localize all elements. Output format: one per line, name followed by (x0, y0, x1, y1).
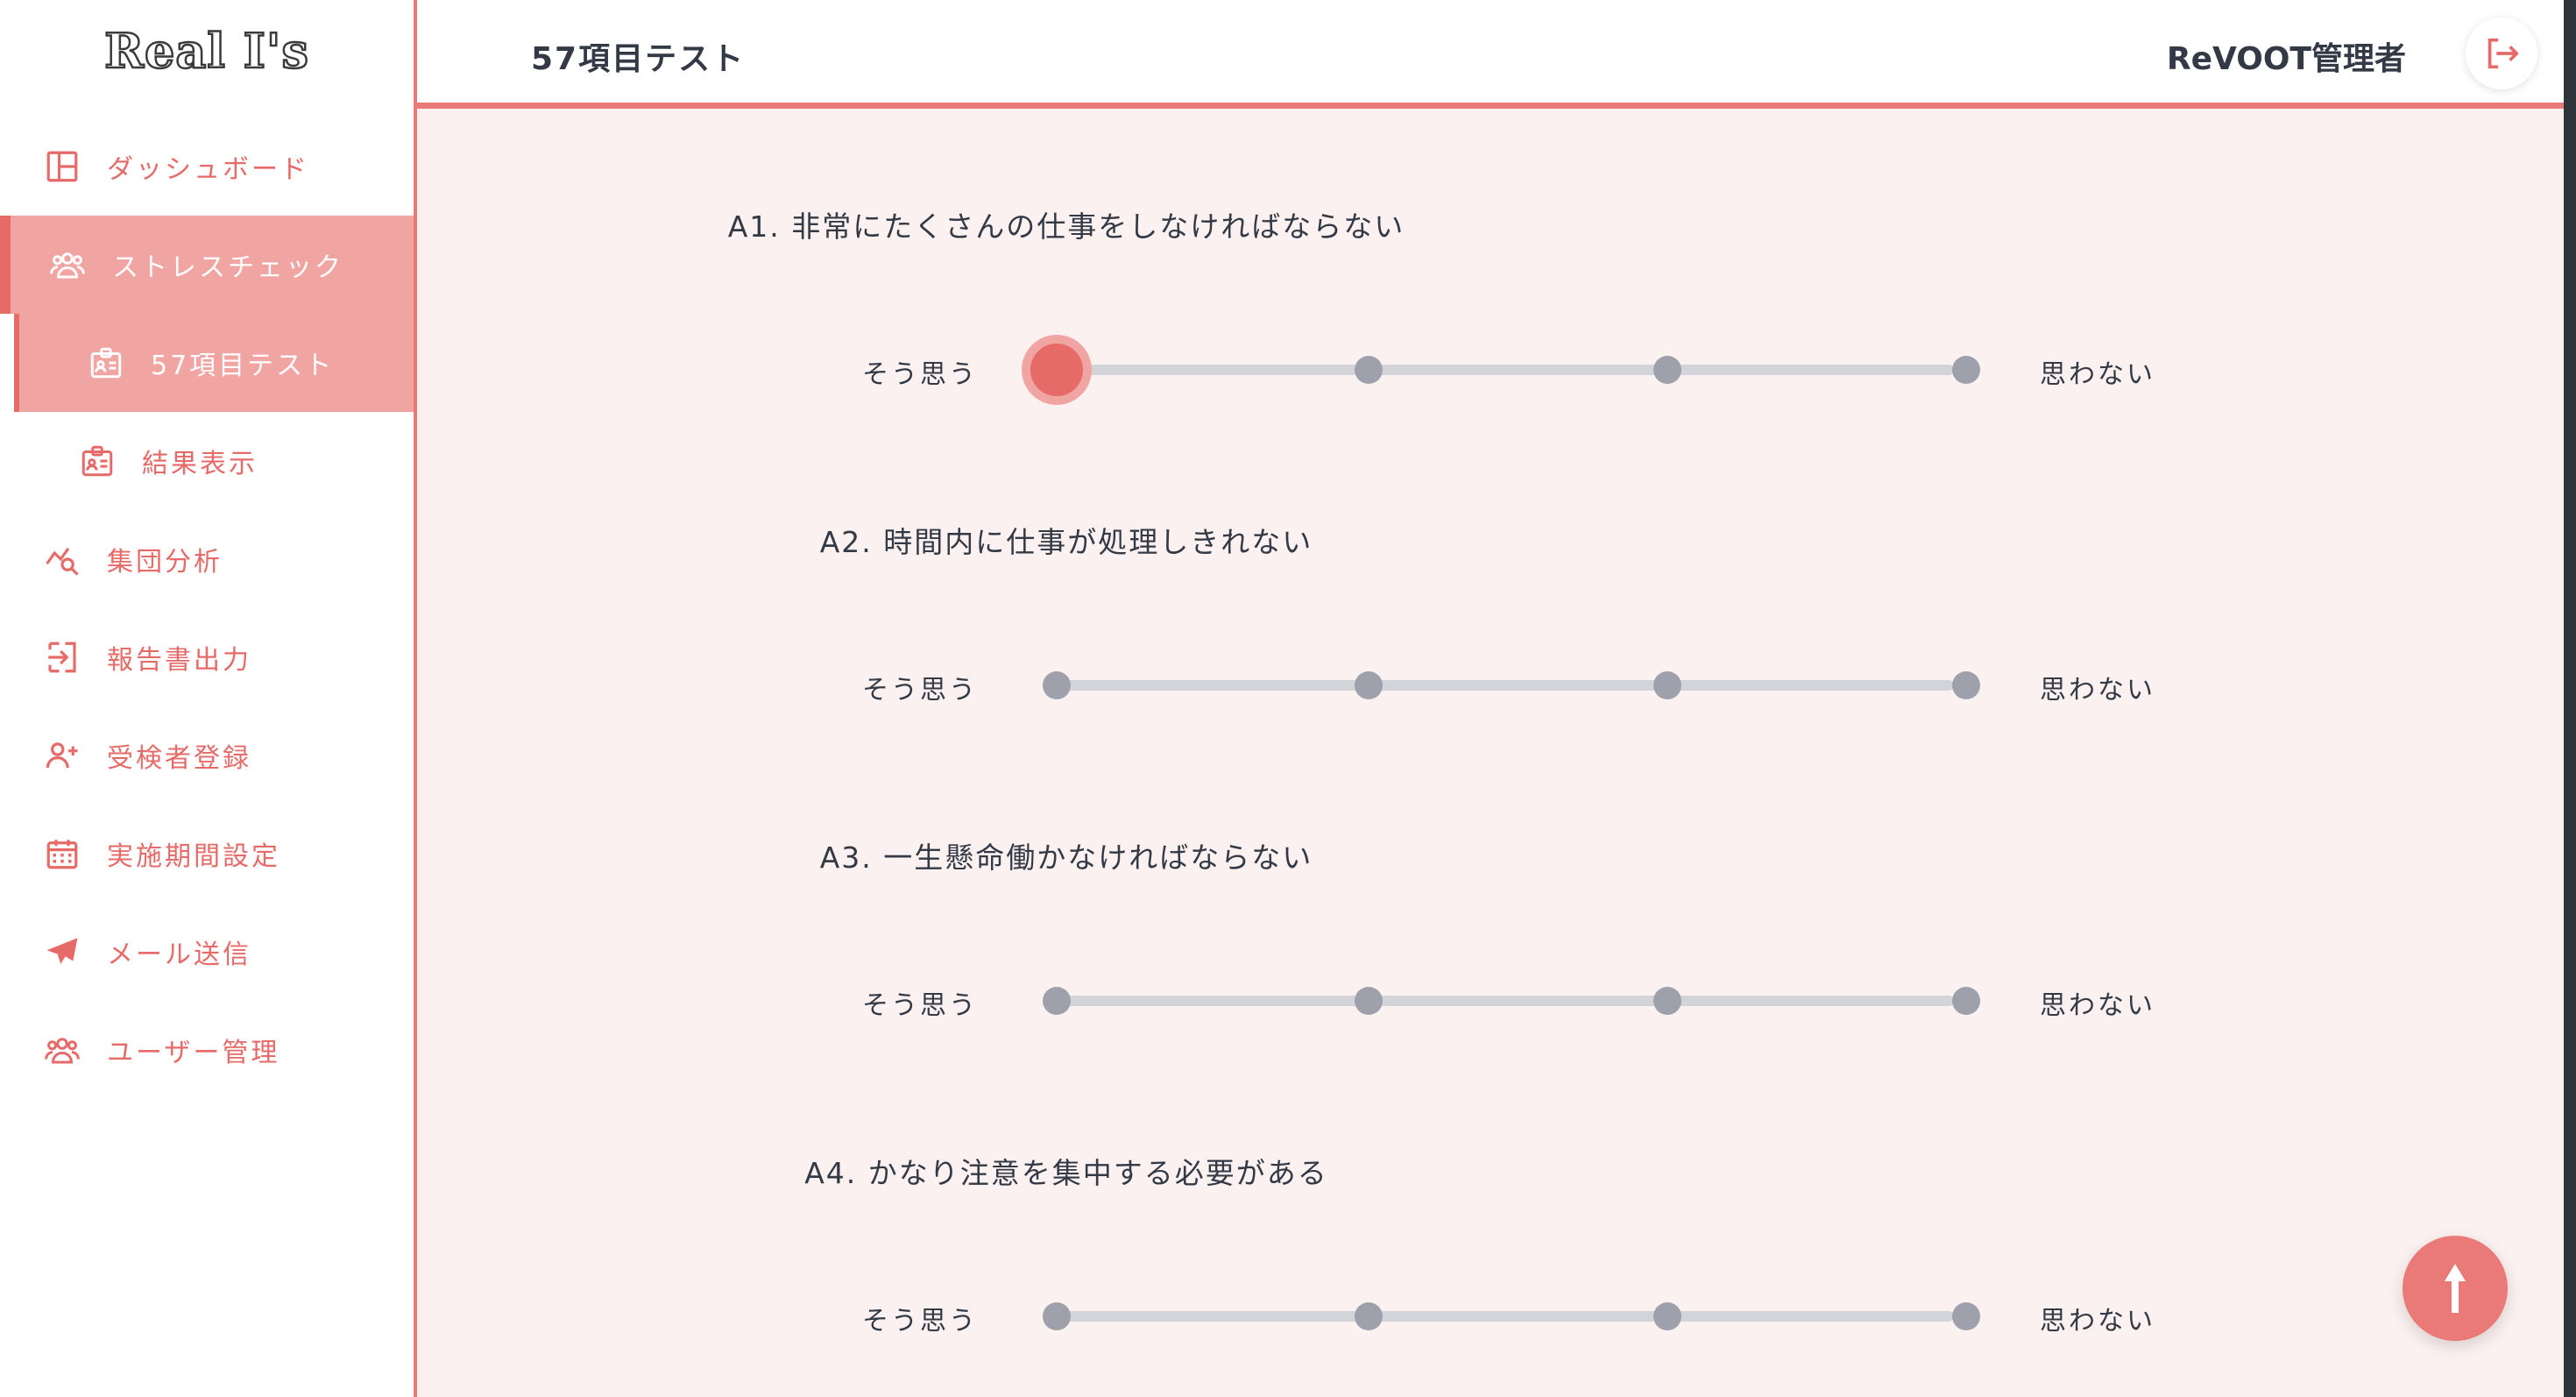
arrow-up-icon (2445, 1264, 2466, 1313)
sidebar-item-label: 実施期間設定 (107, 841, 280, 872)
scale-track (1057, 996, 1954, 1006)
answer-scale: そう思う 思わない (417, 335, 2564, 405)
top-header: 57項目テスト ReVOOT管理者 (417, 0, 2564, 109)
answer-scale: そう思う 思わない (417, 966, 2564, 1036)
dashboard-icon (42, 146, 82, 187)
questionnaire-area: A1. 非常にたくさんの仕事をしなければならない そう思う 思わない A2. 時… (417, 109, 2564, 1397)
sidebar-item-label: メール送信 (107, 940, 251, 970)
logout-button[interactable] (2466, 18, 2537, 89)
scrollbar[interactable] (2564, 0, 2576, 1397)
scale-option-4[interactable] (1952, 987, 1980, 1015)
scale-option-1[interactable] (1022, 335, 1092, 405)
user-add-icon (42, 735, 82, 776)
question-title: A4. かなり注意を集中する必要がある (804, 1156, 1328, 1190)
logout-icon (2488, 38, 2519, 69)
scale-option-4[interactable] (1952, 1302, 1980, 1330)
scale-left-label: そう思う (862, 675, 978, 706)
scale-option-2[interactable] (1355, 987, 1383, 1015)
scale-option-3[interactable] (1653, 1302, 1681, 1330)
sidebar-item-stress-check[interactable]: ストレスチェック (0, 216, 414, 314)
scale-track (1057, 680, 1954, 691)
scale-right-label: 思わない (2040, 675, 2155, 706)
sidebar-item-label: ユーザー管理 (107, 1038, 280, 1068)
scale-left-label: そう思う (862, 359, 978, 390)
sidebar-item-examinee-register[interactable]: 受検者登録 (0, 706, 414, 805)
scale-option-1[interactable] (1043, 671, 1071, 699)
sidebar-item-label: ダッシュボード (107, 154, 309, 185)
group-icon (47, 245, 88, 285)
sidebar-item-label: 57項目テスト (151, 351, 335, 381)
user-name: ReVOOT管理者 (2166, 41, 2406, 77)
group-icon (42, 1030, 82, 1070)
sidebar-item-label: ストレスチェック (112, 252, 343, 283)
sidebar-item-label: 報告書出力 (107, 645, 251, 676)
export-icon (42, 637, 82, 677)
scale-right-label: 思わない (2040, 990, 2155, 1021)
answer-scale: そう思う 思わない (417, 1281, 2564, 1351)
sidebar-item-dashboard[interactable]: ダッシュボード (0, 117, 414, 216)
sidebar: Real I's ダッシュボード ストレスチェック 57項目テスト 結果表示 集… (0, 0, 417, 1397)
sidebar-item-group-analysis[interactable]: 集団分析 (0, 510, 414, 608)
scale-option-2[interactable] (1355, 356, 1383, 384)
calendar-icon (42, 833, 82, 874)
sidebar-item-mail-send[interactable]: メール送信 (0, 903, 414, 1001)
sidebar-item-user-management[interactable]: ユーザー管理 (0, 1001, 414, 1099)
scale-option-3[interactable] (1653, 671, 1681, 699)
scale-option-2[interactable] (1355, 1302, 1383, 1330)
id-card-icon (86, 343, 126, 383)
sidebar-item-57-test[interactable]: 57項目テスト (14, 314, 414, 412)
sidebar-item-period-settings[interactable]: 実施期間設定 (0, 805, 414, 903)
page-title: 57項目テスト (531, 41, 746, 77)
scale-track (1057, 365, 1954, 375)
id-card-icon (77, 441, 117, 481)
scale-option-1[interactable] (1043, 987, 1071, 1015)
app-logo: Real I's (103, 22, 309, 81)
scale-right-label: 思わない (2040, 359, 2155, 390)
scale-option-3[interactable] (1653, 356, 1681, 384)
scale-option-1[interactable] (1043, 1302, 1071, 1330)
scale-option-3[interactable] (1653, 987, 1681, 1015)
scale-option-4[interactable] (1952, 356, 1980, 384)
scale-option-2[interactable] (1355, 671, 1383, 699)
question-title: A1. 非常にたくさんの仕事をしなければならない (727, 209, 1405, 244)
sidebar-item-label: 集団分析 (107, 547, 223, 578)
answer-scale: そう思う 思わない (417, 650, 2564, 720)
send-icon (42, 932, 82, 972)
scroll-to-top-button[interactable] (2403, 1236, 2508, 1341)
scale-left-label: そう思う (862, 1306, 978, 1337)
sidebar-item-report-export[interactable]: 報告書出力 (0, 608, 414, 706)
question-title: A3. 一生懸命働かなければならない (819, 840, 1313, 875)
sidebar-item-label: 受検者登録 (107, 743, 251, 774)
scale-option-4[interactable] (1952, 671, 1980, 699)
question-title: A2. 時間内に仕事が処理しきれない (819, 525, 1313, 559)
scale-left-label: そう思う (862, 990, 978, 1021)
scale-track (1057, 1311, 1954, 1322)
sidebar-item-label: 結果表示 (142, 449, 258, 479)
sidebar-item-results[interactable]: 結果表示 (0, 412, 414, 510)
chart-search-icon (42, 539, 82, 579)
scale-right-label: 思わない (2040, 1306, 2155, 1337)
